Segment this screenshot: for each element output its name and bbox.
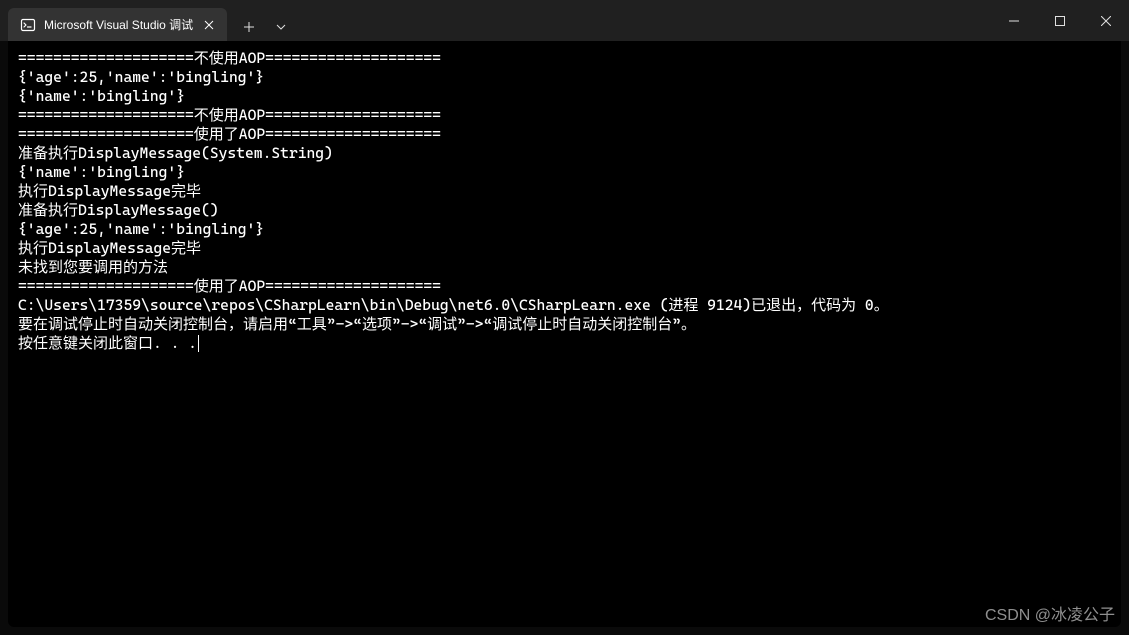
console-line: 未找到您要调用的方法 — [18, 258, 1111, 277]
tab-title: Microsoft Visual Studio 调试 — [44, 16, 193, 33]
console-line: {'age':25,'name':'bingling'} — [18, 220, 1111, 239]
tab-area: Microsoft Visual Studio 调试 — [0, 0, 991, 41]
console-line: {'name':'bingling'} — [18, 87, 1111, 106]
tab-close-button[interactable] — [201, 17, 217, 33]
console-line: 要在调试停止时自动关闭控制台，请启用“工具”->“选项”->“调试”->“调试停… — [18, 315, 1111, 334]
console-line: 按任意键关闭此窗口. . . — [18, 334, 1111, 353]
maximize-button[interactable] — [1037, 0, 1083, 41]
console-line: 执行DisplayMessage完毕 — [18, 182, 1111, 201]
tab-dropdown-button[interactable] — [267, 13, 295, 41]
console-line: ====================不使用AOP==============… — [18, 49, 1111, 68]
console-line: 准备执行DisplayMessage(System.String) — [18, 144, 1111, 163]
close-button[interactable] — [1083, 0, 1129, 41]
console-line: {'name':'bingling'} — [18, 163, 1111, 182]
console-line: {'age':25,'name':'bingling'} — [18, 68, 1111, 87]
cursor — [198, 335, 199, 352]
console-line: 执行DisplayMessage完毕 — [18, 239, 1111, 258]
new-tab-button[interactable] — [235, 13, 263, 41]
minimize-button[interactable] — [991, 0, 1037, 41]
console-line: 准备执行DisplayMessage() — [18, 201, 1111, 220]
terminal-icon — [20, 17, 36, 33]
console-line: ====================不使用AOP==============… — [18, 106, 1111, 125]
console-line: ====================使用了AOP==============… — [18, 125, 1111, 144]
terminal-tab[interactable]: Microsoft Visual Studio 调试 — [8, 8, 227, 41]
console-line: C:\Users\17359\source\repos\CSharpLearn\… — [18, 296, 1111, 315]
terminal-output[interactable]: ====================不使用AOP==============… — [8, 41, 1121, 627]
console-line: ====================使用了AOP==============… — [18, 277, 1111, 296]
window-controls — [991, 0, 1129, 41]
titlebar: Microsoft Visual Studio 调试 — [0, 0, 1129, 41]
tab-actions — [227, 13, 295, 41]
